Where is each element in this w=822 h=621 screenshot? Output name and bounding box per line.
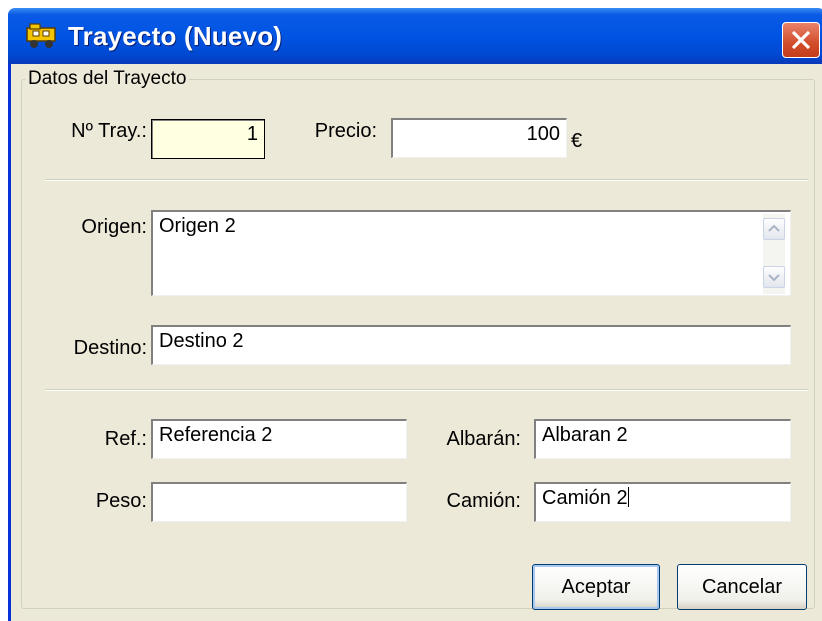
origen-label: Origen:	[81, 216, 147, 238]
chevron-down-icon	[768, 274, 780, 282]
origen-scrollbar[interactable]	[763, 214, 785, 294]
camion-field[interactable]: Camión 2	[534, 482, 791, 522]
window-title: Trayecto (Nuevo)	[68, 21, 283, 51]
origen-text: Origen 2	[159, 215, 236, 237]
precio-label: Precio:	[314, 120, 377, 142]
albaran-label: Albarán:	[446, 428, 522, 450]
num-tray-field[interactable]: 1	[151, 119, 265, 159]
destino-field[interactable]: Destino 2	[151, 325, 791, 365]
num-tray-label: Nº Tray.:	[71, 120, 147, 142]
cancel-button[interactable]: Cancelar	[677, 564, 807, 610]
currency-unit: €	[571, 130, 583, 152]
close-button[interactable]	[782, 22, 820, 58]
scroll-up-button[interactable]	[763, 218, 785, 240]
peso-field[interactable]	[151, 482, 407, 522]
close-icon	[791, 30, 811, 50]
title-bar[interactable]: Trayecto (Nuevo)	[8, 8, 822, 64]
ref-field[interactable]: Referencia 2	[151, 419, 407, 459]
text-caret	[627, 487, 629, 507]
camion-text: Camión 2	[542, 487, 628, 509]
camion-label: Camión:	[446, 490, 521, 512]
dialog-window: Trayecto (Nuevo) Datos del Trayecto Nº T…	[8, 8, 822, 621]
vehicle-icon	[26, 23, 56, 48]
precio-field[interactable]: 100	[391, 118, 567, 158]
group-legend: Datos del Trayecto	[25, 68, 190, 90]
peso-label: Peso:	[95, 490, 147, 512]
accept-button[interactable]: Aceptar	[532, 564, 660, 610]
scroll-down-button[interactable]	[763, 266, 785, 288]
albaran-field[interactable]: Albaran 2	[534, 419, 791, 459]
ref-label: Ref.:	[104, 428, 147, 450]
separator	[45, 389, 808, 391]
destino-label: Destino:	[73, 337, 147, 359]
chevron-up-icon	[768, 224, 780, 232]
origen-textarea[interactable]: Origen 2	[151, 210, 791, 296]
separator	[45, 179, 808, 181]
